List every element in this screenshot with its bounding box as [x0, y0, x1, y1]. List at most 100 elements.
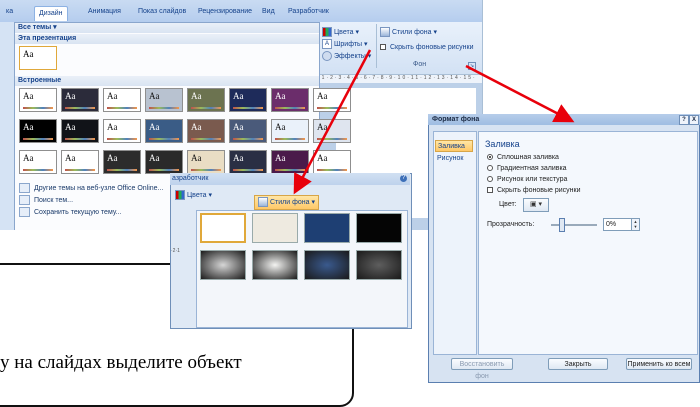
close-button[interactable]: X — [689, 115, 699, 125]
transparency-spinner[interactable]: ▲ ▼ — [631, 218, 640, 231]
theme-thumb-accent — [149, 138, 179, 140]
bg-style-swatch[interactable] — [304, 213, 350, 243]
theme-thumb[interactable]: Aa — [187, 88, 225, 112]
theme-thumb-accent — [107, 107, 137, 109]
group-label-background: Фон — [413, 61, 427, 68]
theme-thumb[interactable]: Aa — [271, 119, 309, 143]
effects-button[interactable]: Эффекты ▾ — [322, 51, 371, 61]
theme-thumb[interactable]: Aa — [61, 119, 99, 143]
transparency-input[interactable]: 0% — [603, 218, 633, 231]
theme-thumb-accent — [275, 107, 305, 109]
theme-thumb-accent — [23, 169, 53, 171]
tab-slideshow[interactable]: Показ слайдов — [134, 5, 190, 19]
theme-thumb-label: Aa — [275, 122, 286, 132]
bg-style-swatch[interactable] — [304, 250, 350, 280]
theme-thumb[interactable]: Aa — [103, 150, 141, 174]
dialog-title: Формат фона — [432, 116, 480, 123]
nav-item-picture[interactable]: Рисунок — [435, 153, 475, 165]
theme-thumb-accent — [107, 169, 137, 171]
gallery-filter[interactable]: Все темы ▾ — [15, 23, 319, 33]
popup-tab-strip: азработчик ? — [170, 173, 410, 185]
tab-view[interactable]: Вид — [258, 5, 279, 19]
menu-save-theme[interactable]: Сохранить текущую тему... — [19, 207, 121, 217]
menu-browse-themes[interactable]: Поиск тем... — [19, 195, 73, 205]
picture-fill-radio[interactable]: Рисунок или текстура — [487, 176, 567, 183]
theme-thumb-accent — [317, 107, 347, 109]
bg-style-swatch[interactable] — [356, 250, 402, 280]
popup-tab-developer[interactable]: азработчик — [172, 173, 208, 185]
folder-icon — [19, 195, 30, 205]
theme-thumb-accent — [149, 107, 179, 109]
dialog-launcher-icon[interactable]: ↘ — [468, 62, 476, 70]
theme-thumb-current[interactable]: Aa — [19, 46, 57, 70]
save-icon — [19, 207, 30, 217]
tab-design[interactable]: Дизайн — [34, 6, 68, 21]
reset-background-button[interactable]: Восстановить фон — [451, 358, 513, 380]
theme-thumb[interactable]: Aa — [145, 88, 183, 112]
theme-thumb-accent — [191, 169, 221, 171]
theme-thumb-label: Aa — [275, 153, 286, 163]
bg-style-swatch[interactable] — [200, 250, 246, 280]
theme-thumb-accent — [65, 169, 95, 171]
colors-button[interactable]: Цвета ▾ — [322, 27, 359, 37]
tab-insert-partial[interactable]: ка — [2, 5, 17, 19]
bg-style-swatch[interactable] — [252, 250, 298, 280]
bg-style-swatch[interactable] — [200, 213, 246, 243]
transparency-slider-thumb[interactable] — [559, 218, 565, 232]
solid-fill-radio[interactable]: Сплошная заливка — [487, 154, 559, 161]
theme-thumb[interactable]: Aa — [145, 119, 183, 143]
help-icon[interactable]: ? — [400, 175, 407, 182]
transparency-slider-track[interactable] — [551, 224, 597, 226]
theme-thumb[interactable]: Aa — [187, 119, 225, 143]
theme-thumb-label: Aa — [107, 91, 118, 101]
theme-thumb-label: Aa — [233, 91, 244, 101]
tab-animation[interactable]: Анимация — [84, 5, 125, 19]
theme-thumb-label: Aa — [149, 122, 160, 132]
gradient-fill-radio[interactable]: Градиентная заливка — [487, 165, 567, 172]
theme-thumb[interactable]: Aa — [145, 150, 183, 174]
theme-thumb[interactable]: Aa — [61, 150, 99, 174]
theme-thumb[interactable]: Aa — [19, 150, 57, 174]
theme-thumb[interactable]: Aa — [19, 119, 57, 143]
theme-thumb[interactable]: Aa — [103, 119, 141, 143]
theme-thumb[interactable]: Aa — [61, 88, 99, 112]
menu-more-themes-online[interactable]: Другие темы на веб-узле Office Online... — [19, 183, 163, 193]
apply-to-all-button[interactable]: Применить ко всем — [626, 358, 692, 370]
theme-thumb-label: Aa — [317, 122, 328, 132]
theme-thumb[interactable]: Aa — [103, 88, 141, 112]
tab-review[interactable]: Рецензирование — [194, 5, 256, 19]
theme-thumb-accent — [275, 138, 305, 140]
bg-style-swatch[interactable] — [252, 213, 298, 243]
theme-thumb[interactable]: Aa — [187, 150, 225, 174]
bg-styles-button[interactable]: Стили фона ▾ — [380, 27, 437, 37]
help-button[interactable]: ? — [679, 115, 689, 125]
tab-developer[interactable]: Разработчик — [284, 5, 333, 19]
close-dialog-button[interactable]: Закрыть — [548, 358, 608, 370]
theme-thumb-label: Aa — [65, 122, 76, 132]
hide-bg-graphics-checkbox[interactable]: Скрыть фоновые рисунки — [487, 187, 580, 194]
theme-thumb[interactable]: Aa — [229, 119, 267, 143]
theme-thumb[interactable]: Aa — [229, 88, 267, 112]
theme-thumb-label: Aa — [149, 153, 160, 163]
theme-thumb[interactable]: Aa — [229, 150, 267, 174]
bg-style-swatch[interactable] — [356, 213, 402, 243]
theme-thumb[interactable]: Aa — [313, 150, 351, 174]
color-picker-button[interactable]: ▣ ▾ — [523, 198, 549, 212]
hide-bg-graphics-checkbox[interactable]: Скрыть фоновые рисунки — [380, 44, 473, 51]
theme-thumb-accent — [317, 138, 347, 140]
section-this-presentation: Эта презентация — [15, 34, 319, 44]
group-divider — [376, 24, 377, 68]
nav-item-fill[interactable]: Заливка — [435, 140, 473, 152]
effects-icon — [322, 51, 332, 61]
theme-thumb[interactable]: Aa — [271, 88, 309, 112]
fonts-button[interactable]: A Шрифты ▾ — [322, 39, 368, 49]
theme-thumb[interactable]: Aa — [19, 88, 57, 112]
theme-thumb[interactable]: Aa — [271, 150, 309, 174]
popup-bg-styles-button[interactable]: Стили фона ▾ — [254, 195, 319, 210]
theme-thumb[interactable]: Aa — [313, 119, 351, 143]
theme-thumb-label: Aa — [23, 122, 34, 132]
theme-thumb[interactable]: Aa — [313, 88, 351, 112]
theme-thumb-accent — [233, 169, 263, 171]
theme-thumb-label: Aa — [65, 153, 76, 163]
popup-colors-button[interactable]: Цвета ▾ — [175, 190, 212, 200]
